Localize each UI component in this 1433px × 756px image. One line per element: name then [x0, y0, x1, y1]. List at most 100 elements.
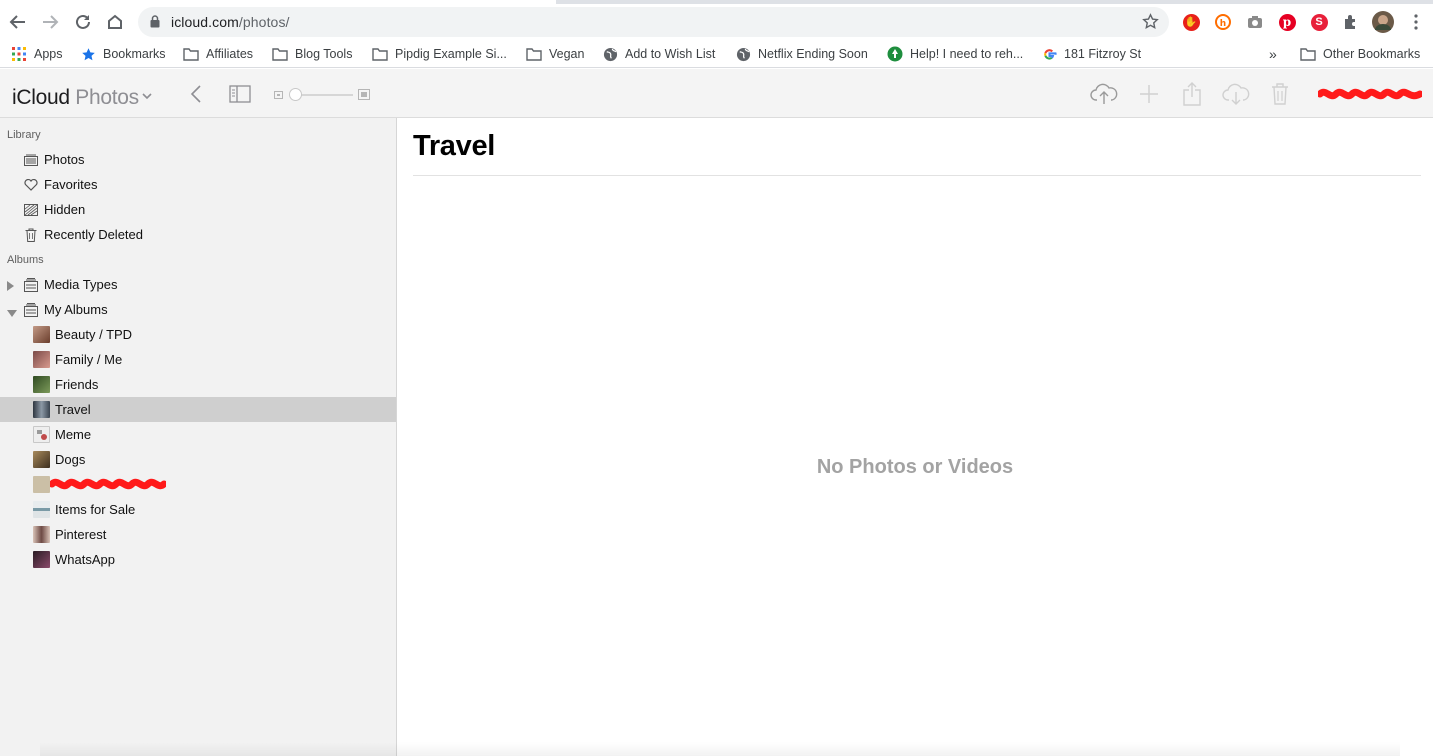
sidebar-item-label: Media Types — [44, 277, 118, 292]
album-thumbnail — [33, 501, 50, 518]
pinterest-icon[interactable]: p — [1277, 12, 1297, 32]
sidebar-item-label: Recently Deleted — [44, 227, 143, 242]
home-icon[interactable] — [103, 10, 127, 34]
puzzle-extensions-icon[interactable] — [1341, 12, 1361, 32]
sidebar-album-meme[interactable]: Meme — [0, 422, 396, 447]
bookmark-label: Help! I need to reh... — [910, 47, 1024, 61]
app-header: iCloud Photos — [0, 69, 1433, 118]
forward-icon[interactable] — [38, 10, 62, 34]
sidebar-album-dogs[interactable]: Dogs — [0, 447, 396, 472]
empty-state-message: No Photos or Videos — [816, 456, 1014, 478]
adblock-icon[interactable]: ✋ — [1181, 12, 1201, 32]
bookmark-other-bookmarks[interactable]: Other Bookmarks — [1300, 45, 1420, 63]
lock-icon[interactable] — [150, 15, 160, 33]
album-stack-icon — [23, 302, 39, 318]
bookmark-netflix-ending-soon[interactable]: Netflix Ending Soon — [735, 45, 868, 63]
account-name-redacted[interactable] — [1316, 87, 1424, 101]
bookmark-bookmarks[interactable]: Bookmarks — [80, 45, 166, 63]
sidebar-item-label: WhatsApp — [55, 552, 115, 567]
bookmark-add-to-wish-list[interactable]: Add to Wish List — [602, 45, 715, 63]
zoom-out-icon[interactable] — [273, 90, 283, 100]
app-title-sub: Photos — [75, 86, 139, 109]
sidebar-album-friends[interactable]: Friends — [0, 372, 396, 397]
s-extension-icon[interactable]: S — [1309, 12, 1329, 32]
sidebar-album-beauty-tpd[interactable]: Beauty / TPD — [0, 322, 396, 347]
sidebar-item-label: Hidden — [44, 202, 86, 217]
bookmark-pipdig[interactable]: Pipdig Example Si... — [372, 45, 507, 63]
sidebar-album-pinterest[interactable]: Pinterest — [0, 522, 396, 547]
bookmark-181-fitzroy-st[interactable]: 181 Fitzroy St — [1041, 45, 1141, 63]
sidebar-album-whatsapp[interactable]: WhatsApp — [0, 547, 396, 572]
address-bar[interactable]: icloud.com/photos/ — [138, 7, 1169, 37]
sidebar-item-label: Meme — [55, 427, 92, 442]
sidebar-item-photos[interactable]: Photos — [0, 147, 396, 172]
browser-menu-icon[interactable] — [1406, 12, 1426, 32]
album-thumbnail — [33, 451, 50, 468]
overflow-chevron-icon: » — [1269, 46, 1277, 62]
sidebar-item-label: My Albums — [44, 302, 108, 317]
album-thumbnail — [33, 526, 50, 543]
bookmark-label: Pipdig Example Si... — [395, 47, 507, 61]
sidebar-album-travel[interactable]: Travel — [0, 397, 396, 422]
bookmark-label: Bookmarks — [103, 47, 166, 61]
photos-icon — [23, 152, 39, 168]
redacted-album-name — [48, 477, 168, 494]
sidebar-group-my-albums[interactable]: My Albums — [0, 297, 396, 322]
download-cloud-icon[interactable] — [1221, 81, 1251, 107]
library-section-label: Library — [7, 129, 41, 141]
album-thumbnail — [33, 401, 50, 418]
sidebar-toggle-icon[interactable] — [228, 84, 252, 104]
zoom-slider-knob[interactable] — [289, 88, 302, 101]
sidebar-album-items-for-sale[interactable]: Items for Sale — [0, 497, 396, 522]
bookmark-label: Vegan — [549, 47, 585, 61]
sidebar-item-hidden[interactable]: Hidden — [0, 197, 396, 222]
heart-icon — [23, 177, 39, 193]
folder-icon — [272, 46, 288, 62]
add-icon[interactable] — [1138, 83, 1160, 105]
bookmark-vegan[interactable]: Vegan — [526, 45, 584, 63]
share-icon[interactable] — [1181, 81, 1203, 107]
disclosure-right-icon[interactable] — [6, 279, 14, 294]
back-icon[interactable] — [6, 10, 30, 34]
chevron-down-icon — [142, 82, 152, 106]
reload-icon[interactable] — [71, 10, 95, 34]
sidebar-album-redacted[interactable] — [0, 472, 396, 497]
zoom-slider-track[interactable] — [295, 94, 353, 96]
sidebar-album-family-me[interactable]: Family / Me — [0, 347, 396, 372]
folder-icon — [526, 46, 542, 62]
bookmark-help-i-need-to-reh[interactable]: Help! I need to reh... — [887, 45, 1023, 63]
albums-section-label: Albums — [7, 254, 44, 266]
trash-icon[interactable] — [1270, 82, 1290, 106]
app-switcher[interactable]: iCloud Photos — [12, 82, 152, 110]
bookmark-label: Affiliates — [206, 47, 254, 61]
camera-icon[interactable] — [1245, 12, 1265, 32]
zoom-in-icon[interactable] — [357, 88, 371, 101]
bookmark-star-icon[interactable] — [1142, 13, 1159, 35]
bookmark-label: Add to Wish List — [625, 47, 716, 61]
google-icon — [1041, 46, 1057, 62]
back-nav-button[interactable] — [186, 83, 206, 105]
sidebar-item-label: Photos — [44, 152, 85, 167]
sidebar-item-recently-deleted[interactable]: Recently Deleted — [0, 222, 396, 247]
upload-cloud-icon[interactable] — [1089, 81, 1119, 107]
svg-text:h: h — [1220, 19, 1226, 29]
profile-avatar[interactable] — [1372, 11, 1394, 33]
bookmarks-bar: Apps Bookmarks Affiliates Blog Tools Pip… — [0, 40, 1433, 68]
url-path: /photos/ — [238, 14, 290, 30]
album-thumbnail — [33, 476, 50, 493]
folder-icon — [183, 46, 199, 62]
bookmark-apps[interactable]: Apps — [11, 45, 63, 63]
bookmark-blog-tools[interactable]: Blog Tools — [272, 45, 352, 63]
sidebar-group-media-types[interactable]: Media Types — [0, 272, 396, 297]
bottom-shadow — [40, 742, 1400, 756]
honey-icon[interactable]: h — [1213, 12, 1233, 32]
disclosure-down-icon[interactable] — [7, 306, 17, 321]
bookmark-affiliates[interactable]: Affiliates — [183, 45, 253, 63]
bookmark-label: Netflix Ending Soon — [758, 47, 868, 61]
url-text[interactable]: icloud.com/photos/ — [171, 14, 290, 30]
bookmarks-overflow-button[interactable]: » — [1269, 45, 1277, 63]
title-divider — [413, 175, 1421, 176]
sidebar-item-favorites[interactable]: Favorites — [0, 172, 396, 197]
bookmark-label: Blog Tools — [295, 47, 353, 61]
album-thumbnail — [33, 426, 50, 443]
